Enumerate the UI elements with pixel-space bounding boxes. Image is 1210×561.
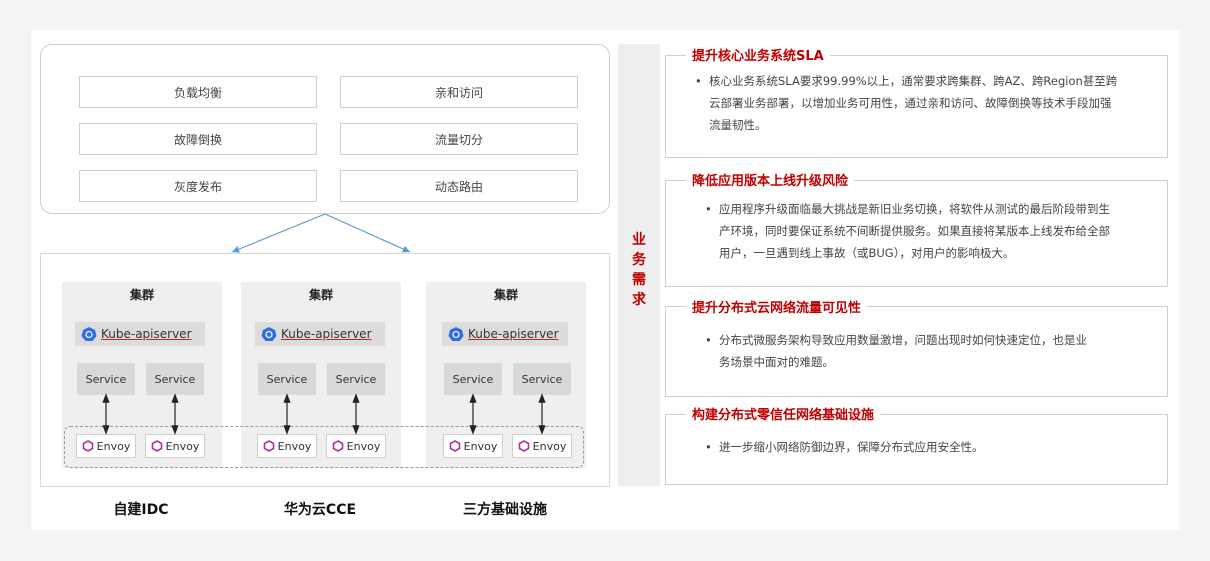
requirement-title: 降低应用版本上线升级风险 <box>686 170 855 189</box>
infra-label-idc: 自建IDC <box>113 502 169 518</box>
requirement-title: 构建分布式零信任网络基础设施 <box>686 404 881 423</box>
requirement-body: • 核心业务系统SLA要求99.99%以上，通常要求跨集群、跨AZ、跨Regio… <box>695 74 1118 132</box>
infra-label-third-party: 三方基础设施 <box>463 502 547 518</box>
requirement-title: 提升核心业务系统SLA <box>686 45 830 64</box>
requirement-body: • 分布式微服务架构导致应用数量激增，问题出现时如何快速定位，也是业 务场景中面… <box>705 333 1087 369</box>
requirement-body: • 进一步缩小网络防御边界，保障分布式应用安全性。 <box>705 440 984 454</box>
requirement-body: • 应用程序升级面临最大挑战是新旧业务切换，将软件从测试的最后阶段带到生 产环境… <box>705 202 1110 260</box>
infra-label-cce: 华为云CCE <box>283 502 357 518</box>
requirement-title: 提升分布式云网络流量可见性 <box>686 297 868 316</box>
business-requirements-label: 业 务 需 求 <box>632 232 646 308</box>
